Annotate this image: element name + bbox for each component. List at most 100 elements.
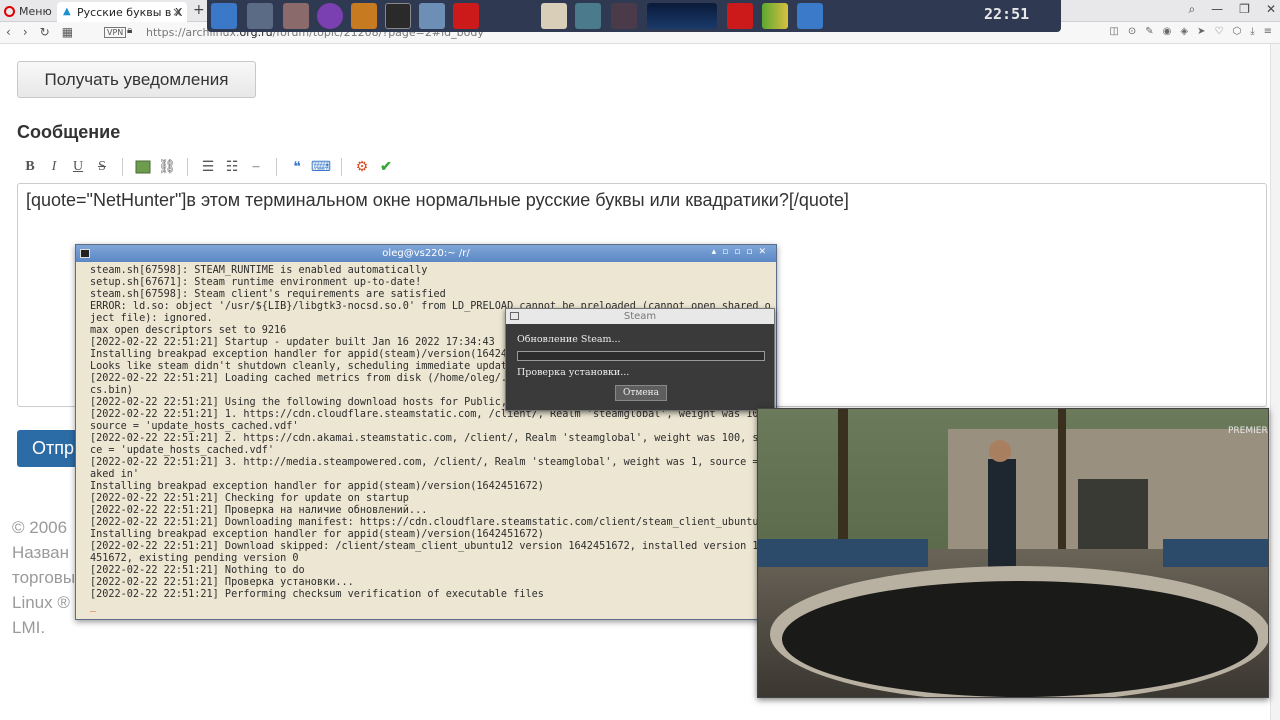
close-window-icon[interactable]: ✕ — [1266, 2, 1276, 17]
camera-icon[interactable]: ◉ — [1163, 26, 1172, 37]
steam-status-text: Обновление Steam... — [517, 334, 621, 345]
steam-cancel-button[interactable]: Отмена — [615, 385, 667, 401]
terminal-line: [2022-02-22 22:51:21] Проверка установки… — [90, 577, 354, 588]
desktop-icon[interactable] — [797, 3, 823, 29]
video-player-window[interactable]: PREMIER — [757, 408, 1269, 698]
settings-app-icon[interactable] — [283, 3, 309, 29]
close-tab-icon[interactable]: × — [172, 5, 182, 19]
preview-icon[interactable]: ⚙ — [350, 155, 374, 179]
link-icon[interactable]: ⛓ — [155, 155, 179, 179]
steam-dialog-title: Steam — [623, 311, 657, 322]
terminal-line: [2022-02-22 22:51:21] Performing checksu… — [90, 589, 544, 600]
steam-titlebar[interactable]: Steam — [506, 309, 774, 324]
vpn-badge[interactable]: VPN — [104, 27, 127, 38]
terminal-line: [2022-02-22 22:51:21] 2. https://cdn.aka… — [90, 433, 770, 444]
terminal-line: [2022-02-22 22:51:21] 3. http://media.st… — [90, 457, 770, 468]
man-head — [989, 440, 1011, 462]
forward-icon[interactable]: › — [23, 25, 28, 39]
terminal-line: Installing breakpad exception handler fo… — [90, 529, 544, 540]
calculator-app-icon[interactable] — [247, 3, 273, 29]
terminal-cursor: _ — [90, 601, 97, 612]
footer-line: © 2006 — [12, 518, 68, 537]
numbered-list-icon[interactable]: ☷ — [220, 155, 244, 179]
menu-icon[interactable]: ≡ — [1264, 26, 1272, 37]
checkmark-icon[interactable]: ✔ — [374, 155, 398, 179]
steam-progress-bar — [517, 351, 765, 361]
tree-trunk — [1058, 409, 1066, 559]
top-dock-panel — [207, 0, 1061, 32]
editor-toolbar: B I U S ⛓ ☰ ☷ – ❝ ⌨ ⚙ ✔ — [18, 155, 398, 179]
terminal-titlebar[interactable]: oleg@vs220:~ /r/ ▴▫▫▫✕ — [76, 245, 776, 262]
bench — [1163, 539, 1268, 567]
browser-tab-title: Русские буквы в X — [77, 5, 183, 19]
opera-app-icon[interactable] — [453, 3, 479, 29]
maximize-icon[interactable]: ❐ — [1239, 2, 1250, 17]
search-icon[interactable]: ⌕ — [1188, 2, 1195, 17]
terminal-window-buttons[interactable]: ▴▫▫▫✕ — [712, 247, 772, 257]
footer-line: торговы — [12, 568, 76, 587]
terminal-line: [2022-02-22 22:51:21] Nothing to do — [90, 565, 305, 576]
workspace-switcher-icon[interactable] — [647, 3, 717, 29]
underline-button[interactable]: U — [66, 155, 90, 179]
toolbar-divider — [341, 158, 342, 176]
terminal-line: steam.sh[67598]: Steam client's requirem… — [90, 289, 446, 300]
terminal-title: oleg@vs220:~ /r/ — [382, 248, 470, 259]
code-icon[interactable]: ⌨ — [309, 155, 333, 179]
terminal-line: [2022-02-22 22:51:21] Проверка на наличи… — [90, 505, 428, 516]
screenshot-app-icon[interactable] — [611, 3, 637, 29]
opera-logo-icon — [4, 5, 15, 17]
reload-icon[interactable]: ↻ — [40, 25, 50, 39]
archlinux-favicon-icon: ▲ — [63, 6, 71, 17]
system-monitor-icon[interactable] — [762, 3, 788, 29]
lock-icon[interactable]: 🔒︎ — [127, 25, 132, 36]
notifications-button[interactable]: Получать уведомления — [17, 61, 256, 98]
message-heading: Сообщение — [17, 122, 121, 142]
minimize-icon[interactable]: — — [1211, 2, 1223, 17]
extension-icon[interactable]: ⬡ — [1232, 26, 1241, 37]
bench — [758, 539, 928, 567]
audio-app-icon[interactable] — [575, 3, 601, 29]
terminal-window[interactable]: oleg@vs220:~ /r/ ▴▫▫▫✕ steam.sh[67598]: … — [75, 244, 777, 620]
new-tab-icon[interactable]: + — [193, 2, 205, 18]
media-player-app-icon[interactable] — [317, 3, 343, 29]
page-scrollbar[interactable] — [1270, 44, 1280, 720]
footer-line: Назван — [12, 543, 70, 562]
messenger-app-icon[interactable] — [211, 3, 237, 29]
back-icon[interactable]: ‹ — [6, 25, 11, 39]
zoom-icon[interactable]: ⊙ — [1128, 26, 1136, 37]
edit-icon[interactable]: ✎ — [1145, 26, 1153, 37]
browser-menu-button[interactable]: Меню — [4, 3, 52, 19]
terminal-app-icon[interactable] — [385, 3, 411, 29]
address-bar-icons: ◫ ⊙ ✎ ◉ ◈ ➤ ♡ ⬡ ⤓ ≡ — [1109, 26, 1272, 37]
download-icon[interactable]: ⤓ — [1250, 26, 1254, 37]
nav-buttons: ‹ › ↻ ▦ — [6, 25, 73, 39]
doorway — [1078, 479, 1148, 549]
steam-update-dialog[interactable]: Steam Обновление Steam... Проверка устан… — [505, 308, 775, 411]
send-icon[interactable]: ➤ — [1197, 26, 1205, 37]
file-manager-app-icon[interactable] — [419, 3, 445, 29]
terminal-line: steam.sh[67598]: STEAM_RUNTIME is enable… — [90, 265, 428, 276]
shield-icon[interactable]: ◈ — [1180, 26, 1188, 37]
power-icon[interactable] — [727, 3, 753, 29]
bold-button[interactable]: B — [18, 155, 42, 179]
bookmark-icon[interactable]: ◫ — [1109, 26, 1118, 37]
speed-dial-icon[interactable]: ▦ — [62, 25, 73, 39]
image-icon[interactable] — [131, 155, 155, 179]
heart-icon[interactable]: ♡ — [1214, 26, 1223, 37]
terminal-line: [2022-02-22 22:51:21] Checking for updat… — [90, 493, 409, 504]
browser-tab-active[interactable]: ▲ Русские буквы в X × — [57, 2, 187, 22]
terminal-line: aked in' — [90, 469, 140, 480]
strikethrough-button[interactable]: S — [90, 155, 114, 179]
clock: 22:51 — [984, 5, 1030, 23]
page-footer: © 2006 Назван торговы Linux ® LMI. — [12, 515, 75, 640]
horizontal-rule-icon[interactable]: – — [244, 155, 268, 179]
notes-app-icon[interactable] — [541, 3, 567, 29]
quote-icon[interactable]: ❝ — [285, 155, 309, 179]
terminal-line: ce = 'update_hosts_cached.vdf' — [90, 445, 275, 456]
terminal-line: [2022-02-22 22:51:21] Downloading manife… — [90, 517, 770, 528]
italic-button[interactable]: I — [42, 155, 66, 179]
toolbar-divider — [187, 158, 188, 176]
equalizer-app-icon[interactable] — [351, 3, 377, 29]
bullet-list-icon[interactable]: ☰ — [196, 155, 220, 179]
terminal-icon — [80, 249, 90, 258]
